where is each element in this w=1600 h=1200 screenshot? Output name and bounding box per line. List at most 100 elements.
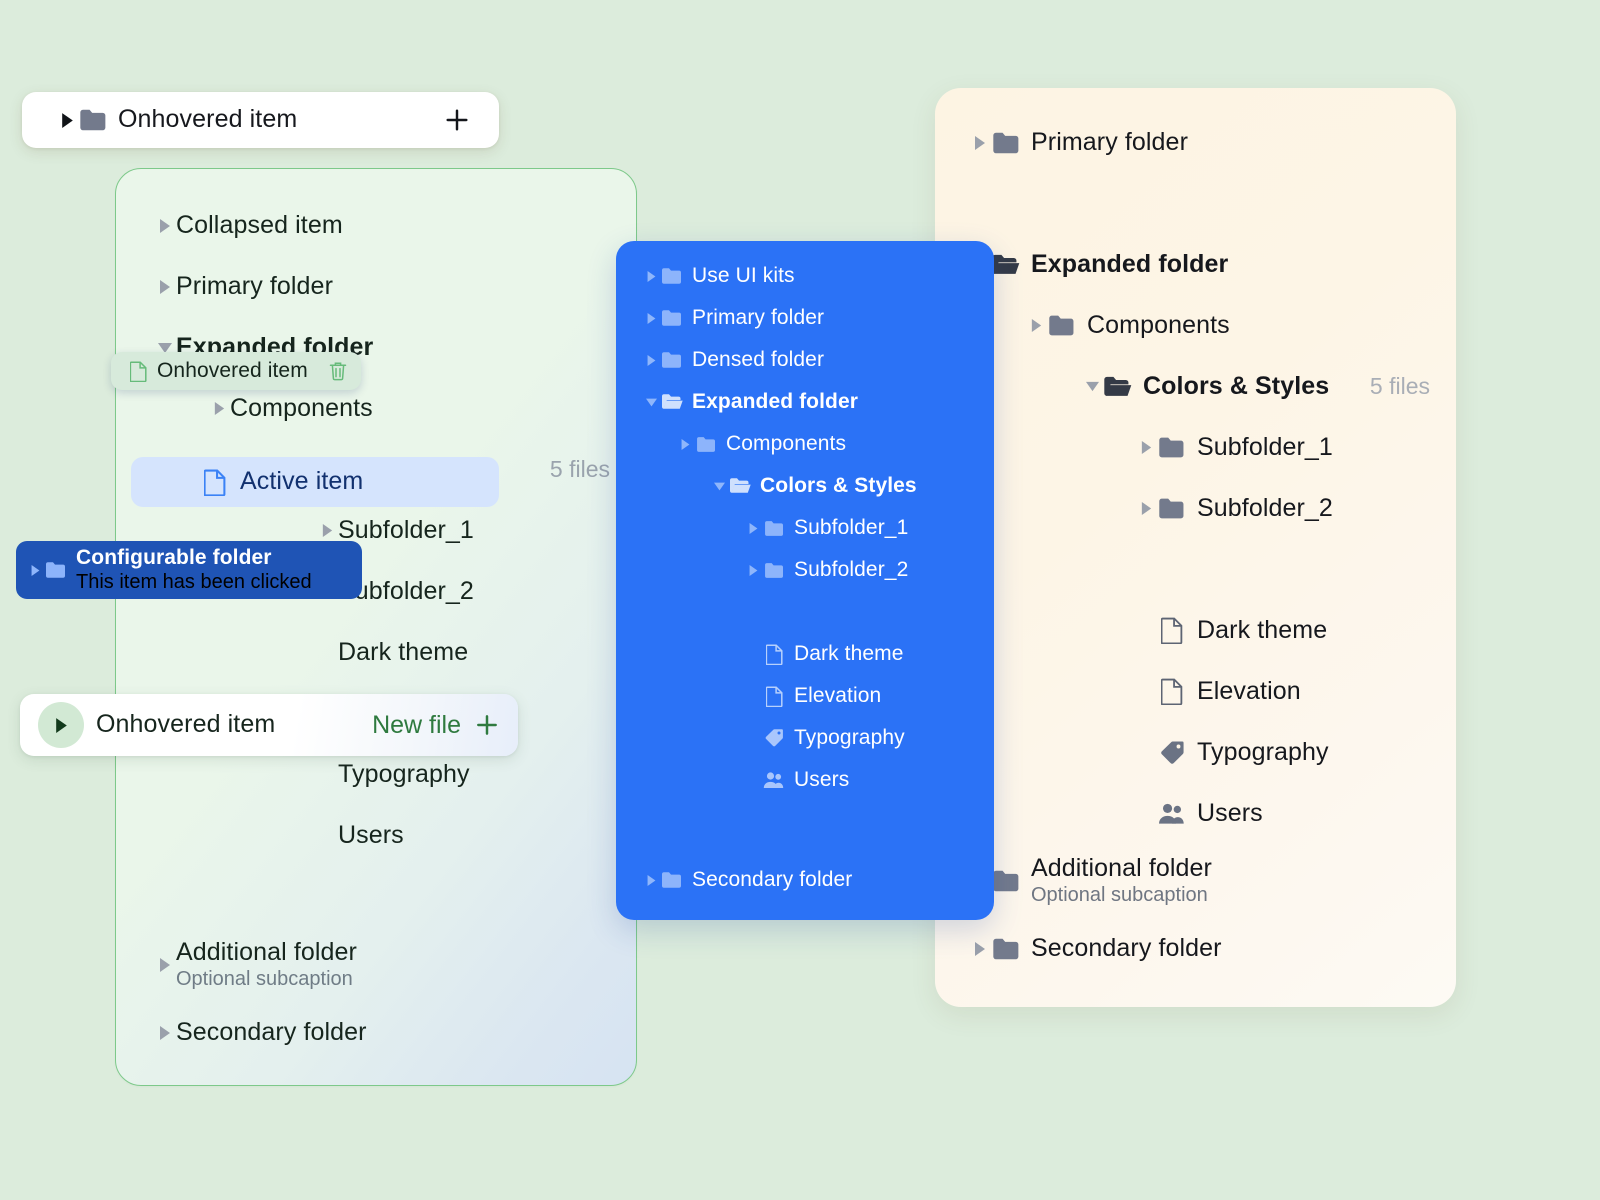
- chevron-right-icon[interactable]: [154, 1022, 176, 1044]
- tree-item-elevation[interactable]: Elevation: [935, 661, 1456, 722]
- tree-item-label: Subfolder_1: [1197, 434, 1333, 462]
- chevron-right-icon[interactable]: [969, 132, 991, 154]
- tree-item-dark-theme[interactable]: Dark theme: [935, 600, 1456, 661]
- tree-item-expanded-folder[interactable]: Expanded folder: [935, 234, 1456, 295]
- caret-placeholder: [316, 642, 338, 664]
- tree-item-label: Components: [726, 432, 846, 455]
- tree-item-typography[interactable]: Typography: [616, 717, 994, 759]
- tree-item-primary-folder[interactable]: Primary folder: [116, 256, 636, 317]
- chevron-right-icon[interactable]: [316, 520, 338, 542]
- chevron-right-icon[interactable]: [744, 517, 762, 539]
- chevron-down-icon[interactable]: [1081, 376, 1103, 398]
- tree-item-label: Users: [794, 768, 849, 791]
- chevron-right-icon[interactable]: [1135, 437, 1157, 459]
- tree-item-label: Dark theme: [794, 642, 904, 665]
- chevron-right-icon[interactable]: [744, 559, 762, 581]
- tree-item-label: Colors & Styles: [1143, 373, 1329, 401]
- plus-icon[interactable]: [474, 712, 500, 738]
- tree-item-label: Typography: [1197, 739, 1329, 767]
- tree-item-use-ui-kits[interactable]: Use UI kits: [616, 255, 994, 297]
- tree-item-label: Primary folder: [692, 306, 824, 329]
- file-icon: [1157, 616, 1187, 646]
- tree-item-label: Dark theme: [338, 639, 468, 667]
- folder-closed-icon: [660, 306, 684, 330]
- caret-placeholder: [744, 643, 762, 665]
- chevron-right-icon[interactable]: [56, 109, 78, 131]
- tree-item-densed-folder[interactable]: Densed folder: [616, 339, 994, 381]
- folder-closed-icon: [660, 264, 684, 288]
- caret-placeholder: [1135, 742, 1157, 764]
- trash-icon[interactable]: [327, 360, 349, 382]
- tree-item-users[interactable]: Users: [935, 783, 1456, 844]
- chevron-right-icon[interactable]: [1135, 498, 1157, 520]
- tree-item-label: Onhovered item: [118, 106, 297, 134]
- new-file-label: New file: [372, 711, 461, 740]
- tree-item-label: Elevation: [794, 684, 881, 707]
- chevron-right-icon[interactable]: [642, 265, 660, 287]
- tree-item-typography[interactable]: Typography: [935, 722, 1456, 783]
- tree-item-secondary-folder[interactable]: Secondary folder: [616, 859, 994, 901]
- folder-open-icon: [728, 474, 752, 498]
- chevron-right-icon[interactable]: [154, 954, 176, 976]
- tag-icon: [1157, 738, 1187, 768]
- tree-item-subcaption: Optional subcaption: [176, 968, 357, 991]
- folder-closed-icon: [694, 432, 718, 456]
- blue-onhovered-item-row[interactable]: Onhovered item: [111, 352, 361, 390]
- cream-onhovered-item-row[interactable]: Onhovered item: [22, 92, 499, 148]
- chevron-right-icon[interactable]: [26, 559, 44, 581]
- tree-item-colors-and-styles[interactable]: Colors & Styles 5 files: [935, 356, 1456, 417]
- folder-closed-icon: [1157, 494, 1187, 524]
- tree-item-components[interactable]: Components: [616, 423, 994, 465]
- chevron-right-icon[interactable]: [676, 433, 694, 455]
- file-count-badge: 5 files: [550, 456, 610, 483]
- tree-item-label: Use UI kits: [692, 264, 795, 287]
- chevron-right-icon[interactable]: [642, 349, 660, 371]
- tree-item-label: Colors & Styles: [760, 474, 917, 497]
- file-count-badge: 5 files: [1370, 373, 1430, 400]
- tree-item-label: Onhovered item: [96, 711, 275, 739]
- tree-item-additional-folder[interactable]: Additional folder Optional subcaption: [935, 844, 1456, 918]
- green-onhovered-item-row[interactable]: Onhovered item New file: [20, 694, 518, 756]
- tree-item-dark-theme[interactable]: Dark theme: [116, 622, 636, 683]
- folder-closed-icon: [660, 868, 684, 892]
- tree-item-label: Users: [1197, 800, 1263, 828]
- chevron-right-icon[interactable]: [154, 276, 176, 298]
- tree-item-subfolder-1[interactable]: Subfolder_1: [935, 417, 1456, 478]
- chevron-right-icon[interactable]: [642, 869, 660, 891]
- tree-item-subfolder-2[interactable]: Subfolder_2: [935, 478, 1456, 539]
- caret-placeholder: [744, 685, 762, 707]
- tree-item-components[interactable]: Components: [935, 295, 1456, 356]
- chevron-right-icon[interactable]: [1025, 315, 1047, 337]
- tree-item-secondary-folder[interactable]: Secondary folder: [935, 918, 1456, 979]
- chevron-right-icon[interactable]: [969, 938, 991, 960]
- tree-item-expanded-folder[interactable]: Expanded folder: [616, 381, 994, 423]
- tree-item-additional-folder[interactable]: Additional folder Optional subcaption: [116, 928, 636, 1002]
- tree-item-label: Configurable folder: [76, 546, 312, 569]
- tree-item-subfolder-1[interactable]: Subfolder_1: [616, 507, 994, 549]
- tree-item-collapsed-item[interactable]: Collapsed item: [116, 195, 636, 256]
- folder-closed-icon: [762, 516, 786, 540]
- tree-item-subfolder-2[interactable]: Subfolder_2: [616, 549, 994, 591]
- tree-item-users[interactable]: Users: [616, 759, 994, 801]
- plus-icon[interactable]: [443, 106, 471, 134]
- cream-active-item-row[interactable]: Active item: [131, 457, 499, 507]
- chevron-right-icon[interactable]: [208, 398, 230, 420]
- new-file-action[interactable]: New file: [372, 711, 500, 740]
- blue-tree-panel: Use UI kits Primary folder Densed folder…: [616, 241, 994, 920]
- folder-closed-icon: [991, 866, 1021, 896]
- tree-item-secondary-folder[interactable]: Secondary folder: [116, 1002, 636, 1063]
- tree-item-users[interactable]: Users: [116, 805, 636, 866]
- tree-item-elevation[interactable]: Elevation: [616, 675, 994, 717]
- chevron-right-icon[interactable]: [154, 215, 176, 237]
- chevron-down-icon[interactable]: [710, 475, 728, 497]
- tree-item-colors-and-styles[interactable]: Colors & Styles: [616, 465, 994, 507]
- chevron-right-icon[interactable]: [642, 307, 660, 329]
- tree-item-primary-folder[interactable]: Primary folder: [616, 297, 994, 339]
- blue-configurable-folder-row[interactable]: Configurable folder This item has been c…: [16, 541, 362, 599]
- tree-item-label: Subfolder_2: [1197, 495, 1333, 523]
- tree-item-label: Dark theme: [1197, 617, 1327, 645]
- tree-item-primary-folder[interactable]: Primary folder: [935, 112, 1456, 173]
- tree-item-dark-theme[interactable]: Dark theme: [616, 633, 994, 675]
- chevron-right-icon[interactable]: [38, 702, 84, 748]
- chevron-down-icon[interactable]: [642, 391, 660, 413]
